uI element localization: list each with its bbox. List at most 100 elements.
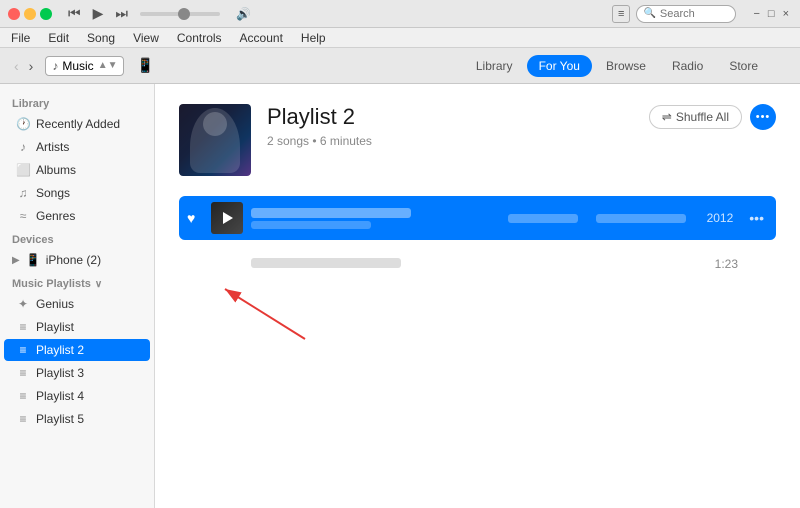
sidebar-item-genius[interactable]: ✦ Genius <box>4 293 150 315</box>
play-triangle-icon <box>223 212 233 224</box>
sidebar-item-albums[interactable]: ⬜ Albums <box>4 159 150 181</box>
track-more-button[interactable]: ••• <box>745 210 768 226</box>
track-row[interactable]: 1:23 <box>179 242 776 286</box>
main-layout: Library 🕐 Recently Added ♪ Artists ⬜ Alb… <box>0 84 800 508</box>
artwork-silhouette <box>190 108 240 173</box>
tab-radio[interactable]: Radio <box>660 55 715 77</box>
window-controls <box>8 8 52 20</box>
playlist3-icon: ≡ <box>16 366 30 380</box>
sidebar-devices-section: Devices <box>0 228 154 248</box>
menu-song[interactable]: Song <box>84 30 118 46</box>
track-name-blur <box>251 208 411 218</box>
playlist-header: Playlist 2 2 songs • 6 minutes ⇌ Shuffle… <box>179 104 776 176</box>
menu-file[interactable]: File <box>8 30 33 46</box>
tab-library[interactable]: Library <box>464 55 525 77</box>
sidebar-label-iphone: iPhone (2) <box>46 253 101 267</box>
playlist-artwork <box>179 104 251 176</box>
nav-forward-button[interactable]: › <box>25 56 38 76</box>
sidebar-item-playlist4[interactable]: ≡ Playlist 4 <box>4 385 150 407</box>
track-duration: 1:23 <box>715 257 768 271</box>
search-input[interactable] <box>660 8 730 20</box>
shuffle-icon: ⇌ <box>662 110 672 124</box>
playlist-info: Playlist 2 2 songs • 6 minutes <box>267 104 649 148</box>
sidebar-label-recently-added: Recently Added <box>36 117 120 131</box>
close-window-button[interactable] <box>8 8 20 20</box>
title-bar: ⏮ ▶ ⏭ 🔊 ≡ 🔍 − □ × <box>0 0 800 28</box>
music-note-icon: ♪ <box>52 59 58 73</box>
search-box[interactable]: 🔍 <box>636 5 736 23</box>
track-artwork-mini <box>211 202 243 234</box>
arrow-annotation <box>205 279 325 349</box>
artwork-figure <box>179 104 251 176</box>
sidebar-item-playlist[interactable]: ≡ Playlist <box>4 316 150 338</box>
nav-tabs: Library For You Browse Radio Store <box>464 55 770 77</box>
sidebar-library-section: Library <box>0 92 154 112</box>
track-right-area: 2012 ••• <box>596 210 768 226</box>
win-minimize-button[interactable]: − <box>750 8 762 20</box>
shuffle-all-button[interactable]: ⇌ Shuffle All <box>649 105 742 129</box>
tab-browse[interactable]: Browse <box>594 55 658 77</box>
sidebar-label-genres: Genres <box>36 209 75 223</box>
menu-view[interactable]: View <box>130 30 162 46</box>
play-overlay <box>211 202 243 234</box>
genres-icon: ≈ <box>16 209 30 223</box>
sidebar-label-artists: Artists <box>36 140 69 154</box>
track-name-area-2 <box>251 258 707 271</box>
tab-store[interactable]: Store <box>717 55 770 77</box>
progress-bar-area[interactable] <box>140 12 220 16</box>
progress-track[interactable] <box>140 12 220 16</box>
chevron-icon: ▲▼ <box>98 60 118 71</box>
track-row[interactable]: ♥ 2012 ••• <box>179 196 776 240</box>
nav-arrows: ‹ › <box>10 56 37 76</box>
minimize-window-button[interactable] <box>24 8 36 20</box>
track-name-area <box>251 208 500 229</box>
sidebar-item-iphone[interactable]: ▶ 📱 iPhone (2) <box>4 249 150 271</box>
search-icon: 🔍 <box>643 8 655 19</box>
music-label: Music <box>62 59 93 73</box>
menu-bar: File Edit Song View Controls Account Hel… <box>0 28 800 48</box>
content-area: Playlist 2 2 songs • 6 minutes ⇌ Shuffle… <box>155 84 800 508</box>
sidebar-item-songs[interactable]: ♫ Songs <box>4 182 150 204</box>
menu-help[interactable]: Help <box>298 30 329 46</box>
sidebar-label-genius: Genius <box>36 297 74 311</box>
track-spacer <box>211 248 243 280</box>
nav-back-button[interactable]: ‹ <box>10 56 23 76</box>
playlist5-icon: ≡ <box>16 412 30 426</box>
device-icon: 📱 <box>136 57 153 74</box>
tab-for-you[interactable]: For You <box>527 55 592 77</box>
win-close-button[interactable]: × <box>780 8 792 20</box>
more-icon: ••• <box>756 111 771 123</box>
sidebar-label-playlist3: Playlist 3 <box>36 366 84 380</box>
playlist2-icon: ≡ <box>16 343 30 357</box>
sidebar-item-genres[interactable]: ≈ Genres <box>4 205 150 227</box>
maximize-window-button[interactable] <box>40 8 52 20</box>
play-button[interactable]: ▶ <box>89 3 108 24</box>
shuffle-label: Shuffle All <box>676 110 729 124</box>
menu-account[interactable]: Account <box>237 30 286 46</box>
more-options-button[interactable]: ••• <box>750 104 776 130</box>
music-selector[interactable]: ♪ Music ▲▼ <box>45 56 124 76</box>
sidebar-label-playlist4: Playlist 4 <box>36 389 84 403</box>
menu-edit[interactable]: Edit <box>45 30 72 46</box>
sidebar-item-recently-added[interactable]: 🕐 Recently Added <box>4 113 150 135</box>
sidebar-item-playlist3[interactable]: ≡ Playlist 3 <box>4 362 150 384</box>
win-controls: − □ × <box>750 8 792 20</box>
win-maximize-button[interactable]: □ <box>765 8 778 20</box>
playlist-icon: ≡ <box>16 320 30 334</box>
sidebar-item-playlist2[interactable]: ≡ Playlist 2 <box>4 339 150 361</box>
sidebar-label-playlist: Playlist <box>36 320 74 334</box>
sidebar-item-playlist5[interactable]: ≡ Playlist 5 <box>4 408 150 430</box>
list-view-button[interactable]: ≡ <box>612 5 630 23</box>
recently-added-icon: 🕐 <box>16 117 30 131</box>
track-blur-mid <box>508 214 578 223</box>
playlists-chevron-icon: ∨ <box>95 279 102 290</box>
progress-thumb <box>178 8 190 20</box>
track-year: 2012 <box>698 211 733 225</box>
forward-button[interactable]: ⏭ <box>111 3 132 24</box>
sidebar-item-artists[interactable]: ♪ Artists <box>4 136 150 158</box>
heart-icon[interactable]: ♥ <box>187 210 203 226</box>
playlist-meta: 2 songs • 6 minutes <box>267 134 649 148</box>
back-button[interactable]: ⏮ <box>64 3 85 24</box>
menu-controls[interactable]: Controls <box>174 30 225 46</box>
expand-arrow-icon: ▶ <box>12 255 20 266</box>
